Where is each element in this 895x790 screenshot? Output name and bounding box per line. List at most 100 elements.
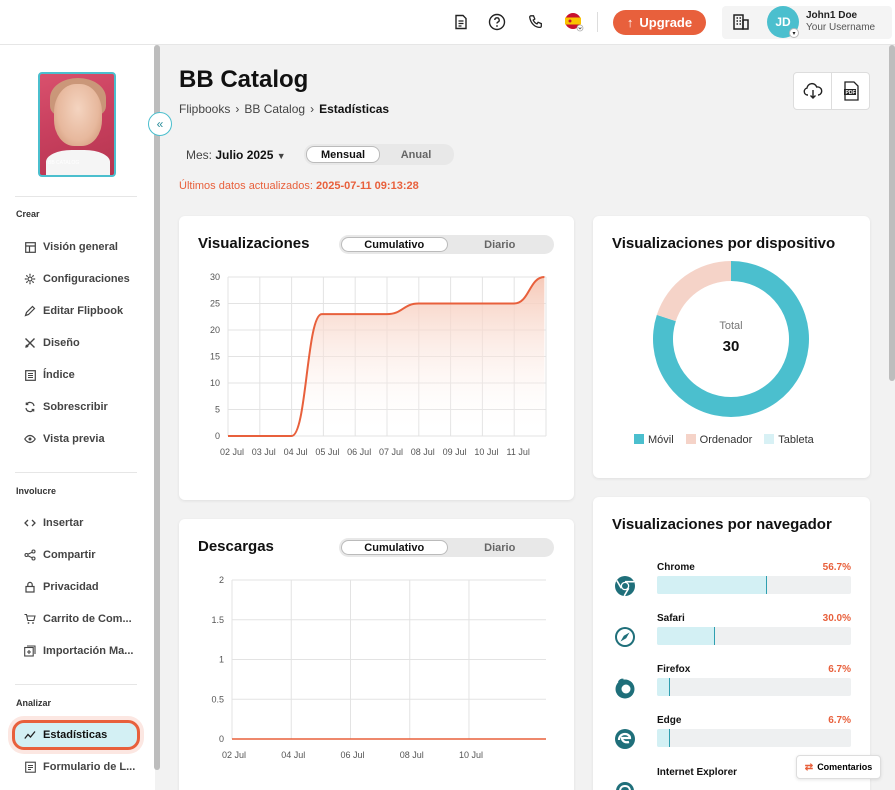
user-name: John1 Doe [806,10,858,21]
sidebar-item-vision-general[interactable]: Visión general [24,238,118,256]
last-updated-label: Últimos datos actualizados: [179,180,313,192]
sidebar-item-compartir[interactable]: Compartir [24,546,96,564]
legend-label: Ordenador [699,434,753,446]
y-tick-label: 30 [210,272,220,282]
sidebar-item-estadisticas[interactable]: Estadísticas [24,726,107,744]
cloud-download-icon [803,82,822,99]
breadcrumb-current: Estadísticas [319,102,390,116]
browser-percent: 30.0% [822,613,851,624]
legend-item-movil[interactable]: Móvil [634,434,674,446]
sidebar-item-editar-flipbook[interactable]: Editar Flipbook [24,302,123,320]
collapse-sidebar-button[interactable]: « [148,112,172,136]
y-tick-label: 1.5 [211,615,224,625]
chevron-down-icon[interactable]: ▾ [789,28,799,38]
legend-swatch [685,434,696,444]
eye-icon [24,433,36,445]
sidebar-item-indice[interactable]: Índice [24,366,75,384]
sidebar-scrollbar[interactable] [154,45,160,770]
download-button[interactable] [794,73,831,109]
legend-item-tableta[interactable]: Tableta [764,434,814,446]
sidebar-item-privacidad[interactable]: Privacidad [24,578,99,596]
edge-icon [615,729,635,749]
code-icon [24,517,36,529]
sidebar-item-insertar[interactable]: Insertar [24,514,83,532]
chevron-right-icon: › [310,102,315,116]
export-actions: PDF [793,72,870,110]
sidebar-item-label: Visión general [43,241,118,253]
browser-name: Firefox [657,664,691,675]
sidebar-item-vista-previa[interactable]: Vista previa [24,430,105,448]
y-tick-label: 0.5 [211,694,224,704]
sidebar-item-diseno[interactable]: Diseño [24,334,80,352]
double-chevron-left-icon: « [156,117,164,131]
sidebar-item-label: Configuraciones [43,273,130,285]
index-icon [24,369,36,381]
phone-icon[interactable] [526,12,546,32]
breadcrumb-flipbooks[interactable]: Flipbooks [179,102,230,116]
sidebar-item-carrito[interactable]: Carrito de Com... [24,610,132,628]
x-tick-label: 03 Jul [252,447,276,457]
legend-label: Tableta [778,434,814,446]
device-title: Visualizaciones por dispositivo [612,235,836,252]
form-icon [24,761,36,773]
browser-name: Safari [657,613,685,624]
y-tick-label: 2 [219,575,224,585]
safari-icon [615,627,635,647]
legend-swatch [634,434,644,444]
device-legend: Móvil Ordenador Tableta [634,434,814,446]
breadcrumb-bb-catalog[interactable]: BB Catalog [244,102,305,116]
language-flag-icon[interactable] [564,12,584,32]
upgrade-button[interactable]: ↑ Upgrade [613,10,706,35]
help-icon[interactable] [487,12,507,32]
tab-anual[interactable]: Anual [380,146,452,163]
browser-bar [657,729,851,747]
tab-diario[interactable]: Diario [448,237,553,252]
cover-face [54,84,102,146]
downloads-mode-toggle: Cumulativo Diario [339,538,554,557]
donut-total-value: 30 [722,338,740,355]
donut-slice-1 [656,261,731,322]
sidebar-item-formulario[interactable]: Formulario de L... [24,758,135,776]
sidebar-divider [15,472,137,473]
tab-mensual[interactable]: Mensual [306,146,380,163]
browser-row-edge: Edge 6.7% [610,715,855,760]
x-tick-label: 04 Jul [284,447,308,457]
tab-diario[interactable]: Diario [448,540,553,555]
downloads-title: Descargas [198,538,274,555]
sidebar-item-sobrescribir[interactable]: Sobrescribir [24,398,108,416]
building-icon[interactable] [732,13,750,36]
main-scrollbar[interactable] [889,45,895,381]
x-tick-label: 09 Jul [443,447,467,457]
toolbar-divider [597,12,598,32]
sidebar-divider [15,684,137,685]
arrow-up-icon: ↑ [626,15,634,30]
tab-cumulativo[interactable]: Cumulativo [341,237,448,252]
comments-button[interactable]: ⇄ Comentarios [796,755,881,779]
browser-name: Internet Explorer [657,767,738,778]
sidebar-item-importacion[interactable]: Importación Ma... [24,642,133,660]
views-line-chart: 0 5 10 15 20 25 30 02 Jul 03 Jul 04 Jul 05 Jul 06 J… [210,272,547,457]
top-bar: ↑ Upgrade JD ▾ John1 Doe Your Username [0,0,895,45]
month-selector[interactable]: Mes: Julio 2025 ▼ [186,148,286,162]
section-label-analizar: Analizar [16,698,52,708]
sidebar-item-label: Vista previa [43,433,105,445]
x-tick-label: 11 Jul [507,447,530,457]
last-updated-value: 2025-07-11 09:13:28 [315,180,419,192]
browser-percent: 6.7% [828,664,851,675]
browser-row-chrome: Chrome 56.7% [610,562,855,607]
breadcrumb: Flipbooks › BB Catalog › Estadísticas [179,102,389,116]
y-tick-label: 0 [215,431,220,441]
sidebar-item-label: Compartir [43,549,96,561]
page-title: BB Catalog [179,66,309,93]
sidebar-item-configuraciones[interactable]: Configuraciones [24,270,130,288]
pdf-export-button[interactable]: PDF [831,73,869,109]
legend-item-ordenador[interactable]: Ordenador [685,434,753,446]
section-label-involucre: Involucre [16,486,57,496]
tab-cumulativo[interactable]: Cumulativo [341,540,448,555]
flipbook-cover-thumbnail[interactable]: BB CATALOG [38,72,116,177]
browser-bar-fill [657,627,716,645]
document-icon[interactable] [451,12,471,32]
firefox-icon [615,678,635,699]
gear-icon [24,273,36,285]
y-tick-label: 25 [210,299,220,309]
